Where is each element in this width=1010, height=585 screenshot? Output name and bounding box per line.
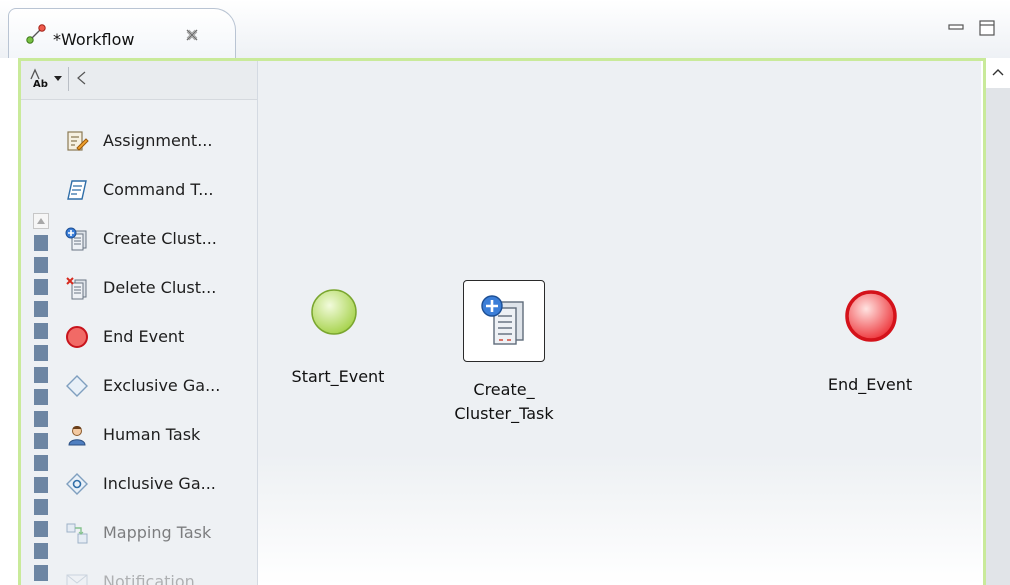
palette-item-exclusive-gateway[interactable]: Exclusive Ga... — [65, 370, 255, 402]
chevron-up-icon — [992, 69, 1004, 76]
notification-icon — [66, 574, 88, 585]
create-cluster-task-label-line1: Create_ — [473, 380, 535, 399]
palette-item-label: Notification ... — [103, 572, 216, 585]
workflow-icon — [26, 24, 46, 44]
palette-item-label: Assignment... — [103, 131, 213, 150]
palette-item-delete-cluster[interactable]: Delete Clust... — [65, 272, 255, 304]
end-event-icon — [66, 326, 88, 348]
delete-cluster-icon — [66, 277, 87, 300]
palette-item-human-task[interactable]: Human Task — [65, 419, 255, 451]
create-cluster-icon — [481, 295, 524, 345]
tab-title: *Workflow — [53, 30, 135, 49]
palette-item-assignment[interactable]: Assignment... — [65, 125, 255, 157]
palette-item-end-event[interactable]: End Event — [65, 321, 255, 353]
create-cluster-task-label-line2: Cluster_Task — [454, 404, 554, 423]
palette-item-label: Mapping Task — [103, 523, 212, 542]
triangle-up-icon — [37, 218, 45, 224]
mapping-task-icon — [66, 523, 88, 544]
palette-item-label: End Event — [103, 327, 185, 346]
palette-item-label: Create Clust... — [103, 229, 217, 248]
inclusive-gateway-icon — [66, 473, 88, 495]
create-cluster-icon — [65, 227, 87, 251]
tab-workflow[interactable]: *Workflow — [8, 8, 236, 58]
close-icon[interactable] — [183, 26, 201, 44]
workflow-canvas[interactable]: Start_Event Create_ Cluster_Task End_Eve… — [258, 61, 981, 585]
palette-item-command-task[interactable]: Command T... — [65, 174, 255, 206]
svg-text:Ab: Ab — [33, 79, 48, 89]
palette: Ab Assignment... Command T... Create Clu… — [21, 61, 258, 585]
canvas-vertical-scrollbar[interactable] — [986, 58, 1010, 585]
maximize-icon[interactable] — [978, 19, 996, 37]
palette-item-label: Delete Clust... — [103, 278, 217, 297]
palette-item-inclusive-gateway[interactable]: Inclusive Ga... — [65, 468, 255, 500]
palette-scroll-indicator[interactable] — [34, 235, 48, 585]
palette-item-label: Human Task — [103, 425, 201, 444]
end-event-label: End_Event — [827, 375, 913, 394]
palette-item-label: Inclusive Ga... — [103, 474, 216, 493]
font-icon[interactable]: Ab — [29, 67, 51, 89]
palette-toolbar: Ab — [21, 61, 257, 100]
palette-item-notification[interactable]: Notification ... — [65, 566, 255, 585]
minimize-icon[interactable] — [947, 19, 965, 37]
create-cluster-task-node[interactable] — [463, 280, 545, 362]
toolbar-separator — [68, 67, 69, 91]
collapse-left-icon[interactable] — [75, 70, 87, 86]
palette-item-label: Exclusive Ga... — [103, 376, 221, 395]
exclusive-gateway-icon — [66, 375, 88, 397]
palette-item-create-cluster[interactable]: Create Clust... — [65, 223, 255, 255]
workflow-editor: Ab Assignment... Command T... Create Clu… — [18, 58, 986, 585]
end-event-node[interactable] — [843, 288, 899, 344]
editor-tab-bar: *Workflow — [0, 0, 1010, 58]
command-task-icon — [67, 180, 87, 200]
start-event-label: Start_Event — [291, 367, 385, 386]
scroll-up-button[interactable] — [986, 58, 1010, 88]
create-cluster-task-label: Create_ Cluster_Task — [454, 378, 554, 426]
human-task-icon — [68, 426, 86, 446]
palette-scroll-up[interactable] — [33, 213, 49, 229]
dropdown-arrow-icon[interactable] — [53, 73, 63, 83]
assignment-icon — [67, 131, 89, 151]
palette-item-label: Command T... — [103, 180, 214, 199]
palette-item-mapping-task[interactable]: Mapping Task — [65, 517, 255, 549]
start-event-node[interactable] — [309, 287, 359, 337]
